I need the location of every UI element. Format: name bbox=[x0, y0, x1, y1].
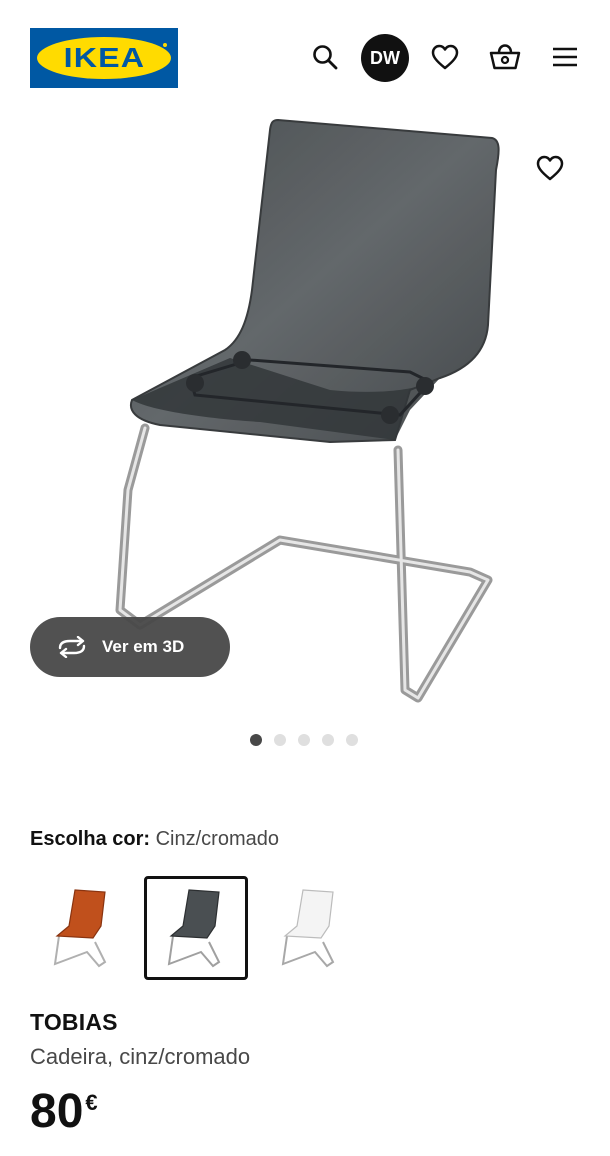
swatch-grey[interactable] bbox=[144, 876, 248, 980]
carousel-indicator bbox=[250, 734, 358, 746]
add-to-wishlist-button[interactable] bbox=[526, 146, 574, 190]
avatar[interactable]: DW bbox=[361, 34, 409, 82]
color-choice: Escolha cor: Cinz/cromado bbox=[30, 828, 279, 851]
carousel-dot[interactable] bbox=[322, 734, 334, 746]
price-integer: 80 bbox=[30, 1085, 84, 1138]
search-icon bbox=[313, 45, 338, 70]
menu-button[interactable] bbox=[541, 33, 589, 81]
product-price: 80 € bbox=[30, 1086, 98, 1138]
swatch-orange[interactable] bbox=[30, 876, 134, 980]
color-choice-label: Escolha cor: bbox=[30, 828, 151, 850]
product-gallery[interactable]: Ver em 3D bbox=[0, 110, 610, 710]
chair-thumbnail bbox=[281, 889, 335, 968]
product-name: TOBIAS bbox=[30, 1009, 118, 1035]
ikea-logo[interactable]: IKEA bbox=[30, 28, 178, 88]
logo-text: IKEA bbox=[63, 42, 145, 73]
swatch-transparent[interactable] bbox=[258, 876, 362, 980]
avatar-initials: DW bbox=[370, 47, 400, 68]
chair-thumbnail bbox=[53, 889, 107, 968]
color-choice-value: Cinz/cromado bbox=[155, 828, 279, 850]
carousel-dot[interactable] bbox=[250, 734, 262, 746]
color-swatches bbox=[30, 876, 362, 980]
price-currency: € bbox=[85, 1090, 98, 1115]
product-description: Cadeira, cinz/cromado bbox=[30, 1044, 251, 1069]
wishlist-button[interactable] bbox=[421, 33, 469, 81]
carousel-dot[interactable] bbox=[346, 734, 358, 746]
shopping-bag-icon bbox=[489, 44, 521, 70]
heart-icon bbox=[536, 155, 564, 181]
registered-mark bbox=[162, 42, 168, 48]
view-3d-button[interactable]: Ver em 3D bbox=[30, 617, 230, 677]
heart-icon bbox=[431, 44, 459, 70]
search-button[interactable] bbox=[301, 33, 349, 81]
view-3d-label: Ver em 3D bbox=[102, 637, 185, 656]
header: IKEA DW bbox=[0, 0, 610, 110]
carousel-dot[interactable] bbox=[274, 734, 286, 746]
logo-oval: IKEA bbox=[37, 37, 171, 79]
menu-icon bbox=[553, 47, 577, 67]
carousel-dot[interactable] bbox=[298, 734, 310, 746]
rotate-3d-icon bbox=[58, 636, 86, 658]
chair-thumbnail bbox=[167, 889, 221, 968]
cart-button[interactable] bbox=[481, 33, 529, 81]
